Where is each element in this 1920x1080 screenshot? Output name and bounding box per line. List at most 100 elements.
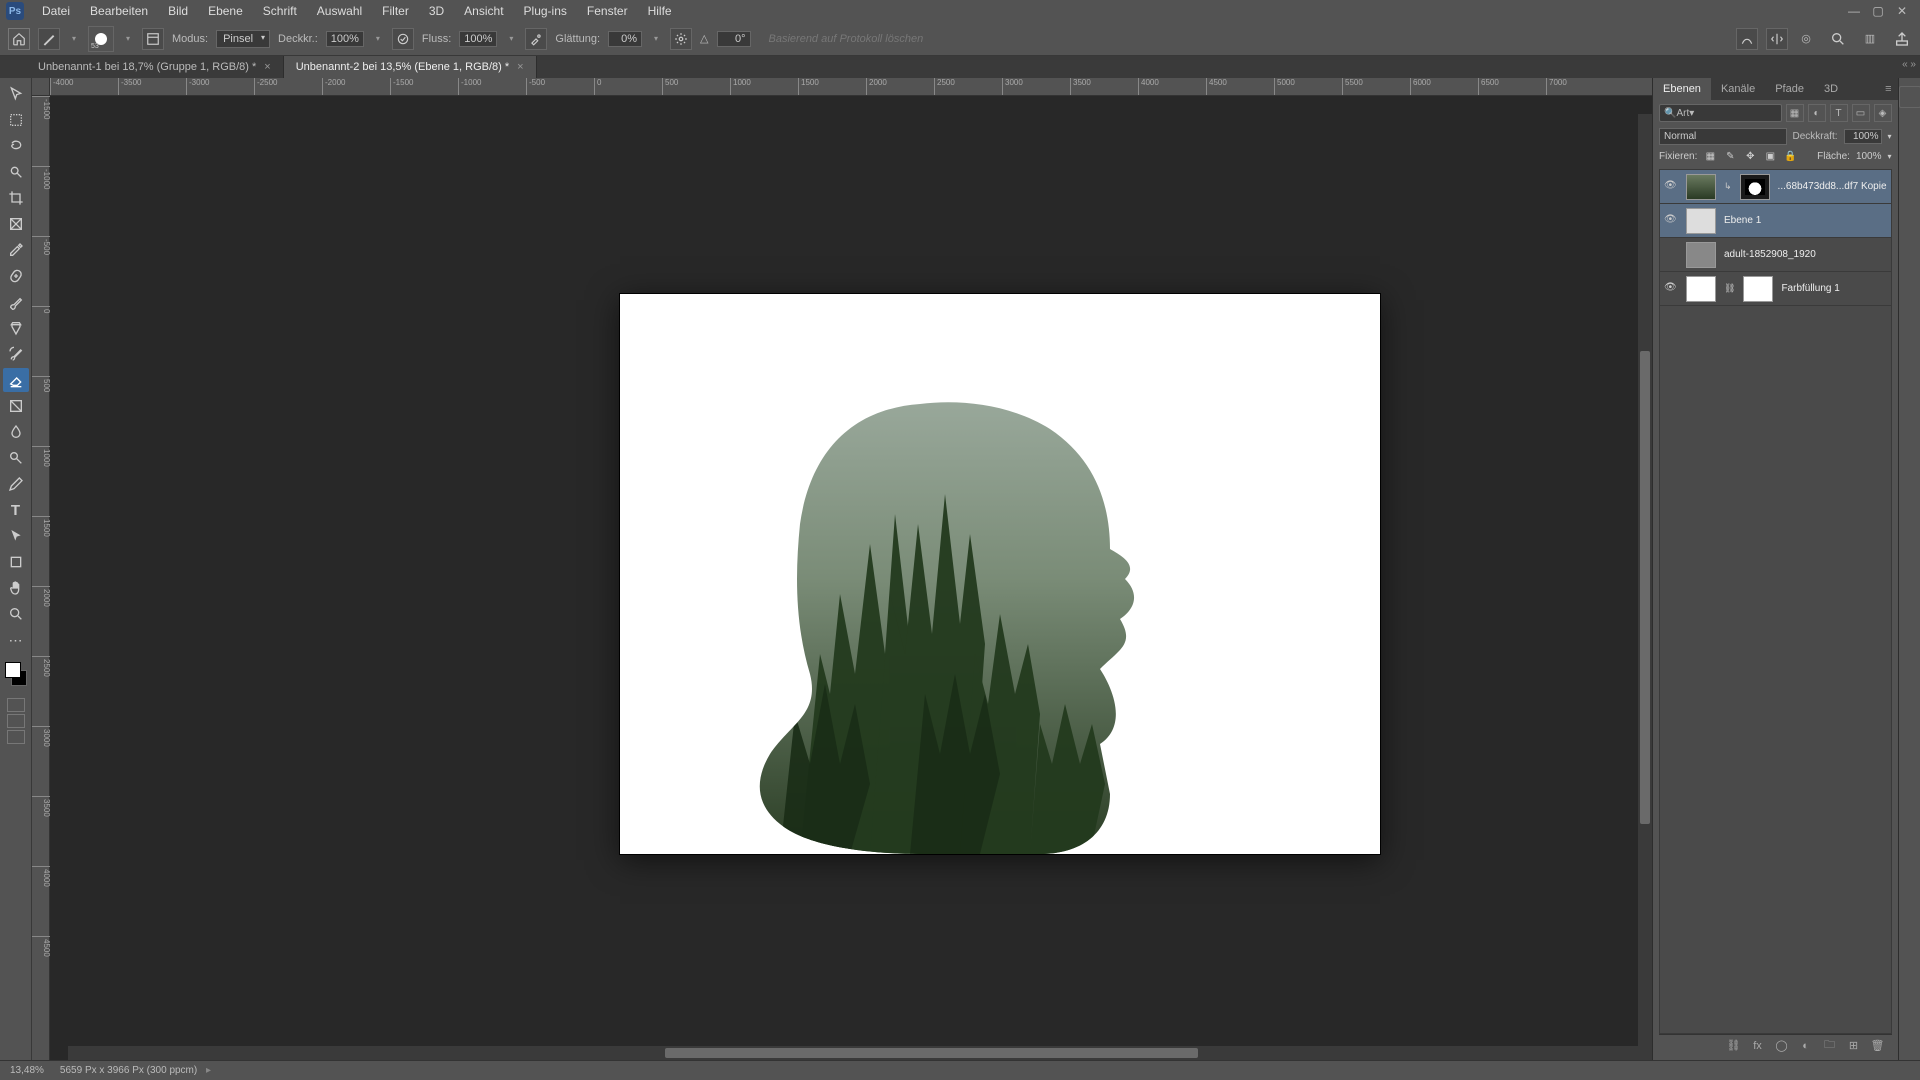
smoothing-dropdown[interactable]: ▾ <box>650 26 662 52</box>
filter-shape-icon[interactable]: ▭ <box>1852 104 1870 122</box>
layer-mask-thumbnail[interactable] <box>1743 276 1773 302</box>
menu-fenster[interactable]: Fenster <box>577 4 638 18</box>
frame-tool[interactable] <box>3 212 29 236</box>
crop-tool[interactable] <box>3 186 29 210</box>
blur-tool[interactable] <box>3 420 29 444</box>
collapse-panels-icon[interactable]: « » <box>1902 59 1916 70</box>
menu-filter[interactable]: Filter <box>372 4 419 18</box>
visibility-toggle-icon[interactable]: 👁 <box>1664 180 1678 194</box>
dodge-tool[interactable] <box>3 446 29 470</box>
brush-tool[interactable] <box>3 290 29 314</box>
smoothing-value[interactable]: 0% <box>608 31 642 47</box>
lock-pixels-icon[interactable]: ✎ <box>1723 149 1737 163</box>
menu-datei[interactable]: Datei <box>32 4 80 18</box>
brush-dropdown[interactable]: ▾ <box>122 26 134 52</box>
menu-bild[interactable]: Bild <box>158 4 198 18</box>
menu-auswahl[interactable]: Auswahl <box>307 4 372 18</box>
symmetry-icon[interactable] <box>1766 28 1788 50</box>
tool-preset-dropdown[interactable]: ▾ <box>68 26 80 52</box>
lock-position-icon[interactable]: ✥ <box>1743 149 1757 163</box>
layer-row[interactable]: 👁 ↳ ...68b473dd8...df7 Kopie <box>1660 170 1891 204</box>
lock-transparency-icon[interactable]: ▦ <box>1703 149 1717 163</box>
layer-name[interactable]: adult-1852908_1920 <box>1724 249 1887 260</box>
cloud-docs-icon[interactable]: ◎ <box>1796 29 1816 49</box>
layer-row[interactable]: 👁 ⛓ Farbfüllung 1 <box>1660 272 1891 306</box>
quick-select-tool[interactable] <box>3 160 29 184</box>
scrollbar-horizontal[interactable] <box>68 1046 1638 1060</box>
brush-preview[interactable]: 53 <box>88 26 114 52</box>
panel-menu-icon[interactable]: ≡ <box>1879 83 1897 95</box>
pen-tool[interactable] <box>3 472 29 496</box>
visibility-toggle-icon[interactable] <box>1664 248 1678 262</box>
ruler-origin[interactable] <box>32 78 50 96</box>
marquee-tool[interactable] <box>3 108 29 132</box>
scrollbar-vertical[interactable] <box>1638 114 1652 1060</box>
menu-ebene[interactable]: Ebene <box>198 4 253 18</box>
layer-thumbnail[interactable] <box>1686 208 1716 234</box>
layer-fx-icon[interactable]: fx <box>1750 1038 1766 1054</box>
move-tool[interactable] <box>3 82 29 106</box>
shape-tool[interactable] <box>3 550 29 574</box>
workspace-icon[interactable]: ▥ <box>1860 29 1880 49</box>
viewport[interactable] <box>50 96 1652 1060</box>
lasso-tool[interactable] <box>3 134 29 158</box>
new-layer-icon[interactable]: ⊞ <box>1846 1038 1862 1054</box>
home-button[interactable] <box>8 28 30 50</box>
clone-stamp-tool[interactable] <box>3 316 29 340</box>
pressure-opacity-icon[interactable] <box>392 28 414 50</box>
ruler-vertical[interactable]: -1500-1000-50005001000150020002500300035… <box>32 96 50 1060</box>
gradient-tool[interactable] <box>3 394 29 418</box>
brush-panel-toggle-icon[interactable] <box>142 28 164 50</box>
layer-row[interactable]: adult-1852908_1920 <box>1660 238 1891 272</box>
eyedropper-tool[interactable] <box>3 238 29 262</box>
link-layers-icon[interactable]: ⛓ <box>1726 1038 1742 1054</box>
fill-value[interactable]: 100% <box>1856 151 1882 162</box>
mode-select[interactable]: Pinsel <box>216 30 270 48</box>
scrollbar-v-thumb[interactable] <box>1640 351 1650 824</box>
panel-tab-pfade[interactable]: Pfade <box>1765 78 1814 100</box>
scrollbar-h-thumb[interactable] <box>665 1048 1199 1058</box>
layer-thumbnail[interactable] <box>1686 242 1716 268</box>
flow-value[interactable]: 100% <box>459 31 497 47</box>
layer-opacity-value[interactable]: 100% <box>1844 129 1882 144</box>
path-select-tool[interactable] <box>3 524 29 548</box>
menu-3d[interactable]: 3D <box>419 4 454 18</box>
doc-tab-2[interactable]: Unbenannt-2 bei 13,5% (Ebene 1, RGB/8) *… <box>284 56 537 78</box>
menu-bearbeiten[interactable]: Bearbeiten <box>80 4 158 18</box>
layer-name[interactable]: Farbfüllung 1 <box>1781 283 1886 294</box>
search-icon[interactable] <box>1828 29 1848 49</box>
panel-tab-ebenen[interactable]: Ebenen <box>1653 78 1711 100</box>
status-doc-info[interactable]: 5659 Px x 3966 Px (300 ppcm) <box>60 1065 211 1076</box>
window-close-button[interactable]: ✕ <box>1890 2 1914 20</box>
eraser-tool[interactable] <box>3 368 29 392</box>
doc-tab-1-close-icon[interactable]: × <box>264 61 270 73</box>
screen-mode-standard[interactable] <box>7 698 25 712</box>
blend-mode-select[interactable]: Normal <box>1659 128 1787 145</box>
edit-toolbar-icon[interactable]: ⋯ <box>3 628 29 652</box>
window-maximize-button[interactable]: ▢ <box>1866 2 1890 20</box>
lock-all-icon[interactable]: 🔒 <box>1783 149 1797 163</box>
window-minimize-button[interactable]: — <box>1842 2 1866 20</box>
status-zoom[interactable]: 13,48% <box>10 1065 44 1076</box>
share-icon[interactable] <box>1892 29 1912 49</box>
layer-mask-thumbnail[interactable] <box>1740 174 1770 200</box>
type-tool[interactable]: T <box>3 498 29 522</box>
history-brush-tool[interactable] <box>3 342 29 366</box>
tool-preset-icon[interactable] <box>38 28 60 50</box>
filter-smart-icon[interactable]: ◈ <box>1874 104 1892 122</box>
ruler-horizontal[interactable]: -4000-3500-3000-2500-2000-1500-1000-5000… <box>32 78 1652 96</box>
menu-ansicht[interactable]: Ansicht <box>454 4 513 18</box>
panel-tab-kanaele[interactable]: Kanäle <box>1711 78 1765 100</box>
menu-schrift[interactable]: Schrift <box>253 4 307 18</box>
visibility-toggle-icon[interactable]: 👁 <box>1664 282 1678 296</box>
doc-tab-1[interactable]: Unbenannt-1 bei 18,7% (Gruppe 1, RGB/8) … <box>26 56 284 78</box>
foreground-background-colors[interactable] <box>3 660 29 688</box>
layer-name[interactable]: ...68b473dd8...df7 Kopie <box>1778 181 1887 192</box>
layer-thumbnail[interactable] <box>1686 174 1716 200</box>
new-adjustment-icon[interactable]: ◐ <box>1798 1038 1814 1054</box>
flow-dropdown[interactable]: ▾ <box>505 26 517 52</box>
lock-artboard-icon[interactable]: ▣ <box>1763 149 1777 163</box>
delete-layer-icon[interactable]: 🗑 <box>1870 1038 1886 1054</box>
screen-mode-full[interactable] <box>7 714 25 728</box>
zoom-tool[interactable] <box>3 602 29 626</box>
